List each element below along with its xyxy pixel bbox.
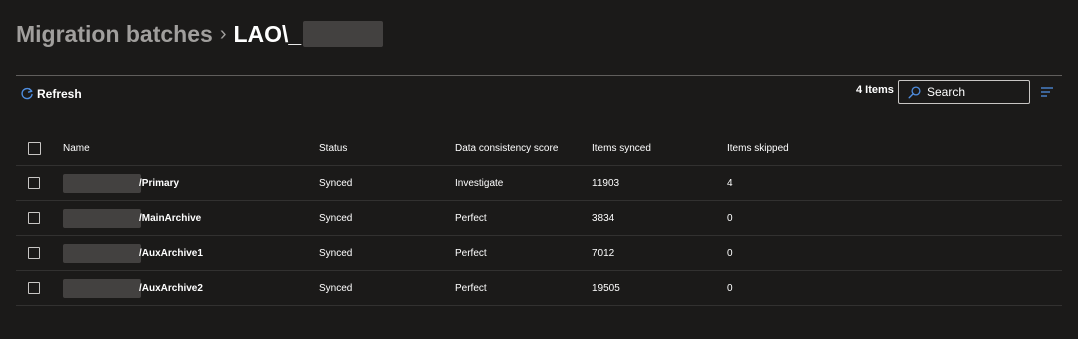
- table-row[interactable]: /Primary Synced Investigate 11903 4: [16, 166, 1062, 201]
- row-items-synced: 19505: [592, 282, 620, 294]
- breadcrumb-current-batch: LAO\_: [233, 20, 302, 47]
- row-items-skipped: 0: [727, 282, 733, 294]
- search-box[interactable]: [898, 80, 1030, 104]
- redacted-name: [63, 278, 141, 298]
- row-items-skipped: 0: [727, 247, 733, 259]
- redacted-name: [63, 243, 141, 263]
- breadcrumb: Migration batches › LAO\_: [16, 19, 384, 49]
- migration-users-table: Name Status Data consistency score Items…: [16, 131, 1062, 306]
- search-input[interactable]: [927, 85, 1027, 99]
- migration-batch-page: Migration batches › LAO\_ Refresh 4 Item…: [0, 0, 1078, 339]
- item-count: 4 Items: [856, 84, 894, 96]
- row-items-skipped: 0: [727, 212, 733, 224]
- table-row[interactable]: /MainArchive Synced Perfect 3834 0: [16, 201, 1062, 236]
- refresh-label: Refresh: [37, 87, 82, 101]
- row-status: Synced: [319, 282, 353, 294]
- row-name[interactable]: /MainArchive: [139, 213, 201, 224]
- redacted-name: [63, 173, 141, 193]
- row-consistency-score: Perfect: [455, 247, 487, 259]
- column-header-items-synced[interactable]: Items synced: [592, 131, 651, 165]
- row-items-skipped: 4: [727, 177, 733, 189]
- column-header-status[interactable]: Status: [319, 131, 347, 165]
- column-header-items-skipped[interactable]: Items skipped: [727, 131, 789, 165]
- row-name[interactable]: /AuxArchive1: [139, 248, 203, 259]
- row-items-synced: 7012: [592, 247, 615, 259]
- refresh-icon: [21, 87, 33, 100]
- breadcrumb-migration-batches[interactable]: Migration batches: [16, 21, 213, 48]
- row-checkbox[interactable]: [28, 282, 40, 294]
- table-row[interactable]: /AuxArchive2 Synced Perfect 19505 0: [16, 271, 1062, 306]
- row-status: Synced: [319, 212, 353, 224]
- row-items-synced: 3834: [592, 212, 615, 224]
- row-checkbox[interactable]: [28, 247, 40, 259]
- table-row[interactable]: /AuxArchive1 Synced Perfect 7012 0: [16, 236, 1062, 271]
- row-name[interactable]: /AuxArchive2: [139, 283, 203, 294]
- column-header-name[interactable]: Name: [63, 131, 90, 165]
- row-consistency-score: Perfect: [455, 212, 487, 224]
- column-header-data-consistency-score[interactable]: Data consistency score: [455, 131, 558, 165]
- select-all-checkbox[interactable]: [28, 141, 41, 155]
- redacted-batch-name: [303, 21, 384, 47]
- table-header-row: Name Status Data consistency score Items…: [16, 131, 1062, 166]
- row-consistency-score: Perfect: [455, 282, 487, 294]
- row-name[interactable]: /Primary: [139, 178, 179, 189]
- row-checkbox[interactable]: [28, 212, 40, 224]
- header-divider: [16, 75, 1062, 76]
- row-status: Synced: [319, 177, 353, 189]
- row-consistency-score: Investigate: [455, 177, 504, 189]
- refresh-button[interactable]: Refresh: [20, 85, 82, 103]
- breadcrumb-separator: ›: [219, 22, 227, 45]
- row-checkbox[interactable]: [28, 177, 40, 189]
- search-icon: [908, 85, 921, 99]
- filter-icon[interactable]: [1040, 86, 1054, 98]
- row-items-synced: 11903: [592, 177, 620, 189]
- row-status: Synced: [319, 247, 353, 259]
- redacted-name: [63, 208, 141, 228]
